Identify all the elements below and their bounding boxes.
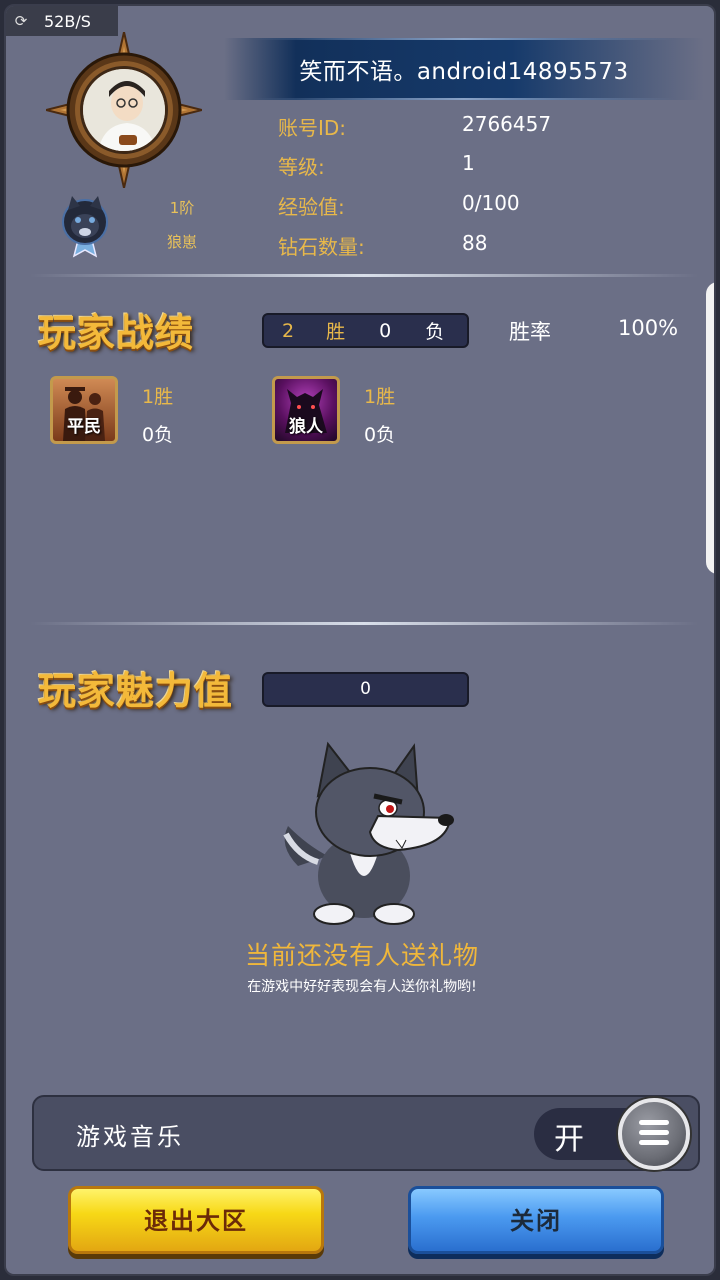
menu-lines-icon xyxy=(639,1120,669,1150)
info-value: 1 xyxy=(462,151,475,175)
losses-count: 0 xyxy=(379,319,392,342)
profile-panel: ⟳ 52B/S 1阶 狼崽 笑而不语。android14895573 账号ID:… xyxy=(4,4,716,1276)
role-wins: 1胜 xyxy=(364,386,396,408)
role-losses: 0负 xyxy=(364,424,396,446)
losses-label: 负 xyxy=(425,321,445,343)
player-name-banner: 笑而不语。android14895573 xyxy=(224,38,704,100)
role-wins: 1胜 xyxy=(142,386,174,408)
role-name: 狼人 xyxy=(289,417,323,437)
player-name: 笑而不语。android14895573 xyxy=(299,59,629,85)
divider xyxy=(30,274,698,277)
role-losses: 0负 xyxy=(142,424,174,446)
sync-icon: ⟳ xyxy=(14,12,28,30)
wins-count: 2 xyxy=(282,319,295,342)
no-gift-subtitle: 在游戏中好好表现会有人送你礼物哟! xyxy=(247,979,477,995)
avatar[interactable] xyxy=(46,32,202,188)
music-toggle-state: 开 xyxy=(554,1122,584,1157)
winrate-value: 100% xyxy=(618,316,679,340)
network-speed: 52B/S xyxy=(44,11,91,31)
exit-zone-label: 退出大区 xyxy=(144,1207,248,1235)
charm-title: 玩家魅力值 xyxy=(38,668,234,713)
info-row-account-id: 账号ID: 2766457 xyxy=(278,112,698,142)
record-title: 玩家战绩 xyxy=(38,310,195,355)
info-value: 88 xyxy=(462,231,488,255)
grumpy-wolf-icon xyxy=(283,741,454,925)
divider xyxy=(30,622,698,625)
wins-label: 胜 xyxy=(326,321,346,343)
winrate-label: 胜率 xyxy=(509,320,551,344)
info-row-diamonds: 钻石数量: 88 xyxy=(278,231,698,261)
role-card-werewolf[interactable]: 狼人 xyxy=(272,376,340,444)
music-label: 游戏音乐 xyxy=(76,1123,184,1151)
info-label: 钻石数量: xyxy=(278,235,365,259)
role-name: 平民 xyxy=(67,417,101,437)
wolf-cub-badge-icon xyxy=(62,196,108,258)
avatar-image xyxy=(80,66,168,154)
close-button[interactable]: 关闭 xyxy=(408,1186,664,1254)
close-label: 关闭 xyxy=(510,1207,562,1235)
info-value: 0/100 xyxy=(462,191,520,215)
info-label: 等级: xyxy=(278,155,325,179)
info-row-exp: 经验值: 0/100 xyxy=(278,191,698,221)
side-pull-tab[interactable] xyxy=(706,282,714,574)
rank-title: 狼崽 xyxy=(166,233,197,251)
toggle-knob[interactable] xyxy=(618,1098,690,1170)
info-label: 经验值: xyxy=(278,195,345,219)
info-label: 账号ID: xyxy=(278,116,347,140)
exit-zone-button[interactable]: 退出大区 xyxy=(68,1186,324,1254)
music-setting-row: 游戏音乐 开 xyxy=(32,1095,700,1171)
info-value: 2766457 xyxy=(462,112,552,136)
no-gift-title: 当前还没有人送礼物 xyxy=(244,941,479,970)
rank-level: 1阶 xyxy=(169,199,195,217)
music-toggle[interactable]: 开 xyxy=(534,1098,690,1170)
role-card-civilian[interactable]: 平民 xyxy=(50,376,118,444)
info-row-level: 等级: 1 xyxy=(278,151,698,181)
record-summary: 2 胜 0 负 xyxy=(262,313,469,348)
charm-value: 0 xyxy=(262,672,469,707)
